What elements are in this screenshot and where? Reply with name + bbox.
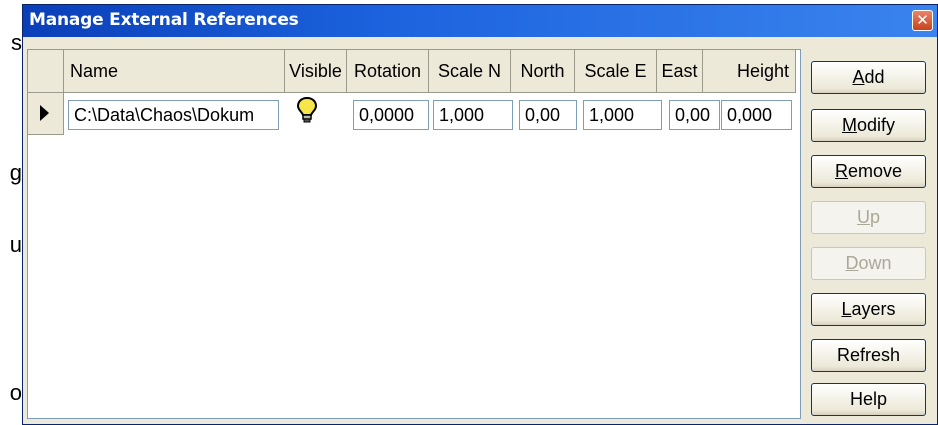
dialog-title: Manage External References <box>29 10 299 30</box>
layers-button-label: ayers <box>851 299 896 319</box>
layers-button[interactable]: Layers <box>811 293 926 326</box>
up-button-accel: U <box>856 207 870 227</box>
down-button-label: own <box>858 253 892 273</box>
scale-e-field[interactable]: 1,000 <box>583 100 662 130</box>
down-button[interactable]: Down <box>811 247 926 280</box>
add-button-label: dd <box>864 67 885 87</box>
background-text-fragment: u <box>9 232 22 257</box>
title-bar[interactable]: Manage External References ✕ <box>23 5 937 37</box>
help-button[interactable]: Help <box>811 383 926 416</box>
up-button-label: p <box>869 207 880 227</box>
row-header-corner <box>28 50 64 93</box>
close-button[interactable]: ✕ <box>912 10 933 31</box>
manage-external-references-dialog: Manage External References ✕ Name Visibl… <box>22 4 938 425</box>
east-field[interactable]: 0,00 <box>669 100 720 130</box>
modify-button[interactable]: Modify <box>811 109 926 142</box>
row-indicator[interactable] <box>28 93 64 135</box>
add-button[interactable]: Add <box>811 61 926 94</box>
references-grid[interactable]: Name Visible Rotation Scale N North Scal… <box>27 49 801 419</box>
height-field[interactable]: 0,000 <box>721 100 792 130</box>
lightbulb-icon[interactable] <box>296 96 318 124</box>
column-header-east[interactable]: East <box>657 50 703 93</box>
column-header-rotation[interactable]: Rotation <box>347 50 429 93</box>
rotation-field[interactable]: 0,0000 <box>353 100 429 130</box>
layers-button-accel: L <box>841 299 852 319</box>
north-field[interactable]: 0,00 <box>519 100 577 130</box>
close-icon: ✕ <box>916 11 929 29</box>
up-button[interactable]: Up <box>811 201 926 234</box>
column-header-height[interactable]: Height <box>703 50 796 93</box>
column-header-north[interactable]: North <box>511 50 575 93</box>
name-field[interactable]: C:\Data\Chaos\Dokum <box>68 100 279 130</box>
add-button-accel: A <box>852 67 865 87</box>
background-text-fragment: s <box>11 30 22 55</box>
current-row-arrow-icon <box>40 105 49 121</box>
modify-button-label: odify <box>856 115 896 135</box>
column-header-scale-e[interactable]: Scale E <box>575 50 657 93</box>
background-text-fragment: o <box>9 380 22 405</box>
column-header-visible[interactable]: Visible <box>285 50 347 93</box>
remove-button[interactable]: Remove <box>811 155 926 188</box>
down-button-accel: D <box>845 253 859 273</box>
background-text-fragment: g <box>9 160 22 185</box>
scale-n-field[interactable]: 1,000 <box>433 100 513 130</box>
remove-button-accel: R <box>834 161 848 181</box>
refresh-button[interactable]: Refresh <box>811 339 926 372</box>
column-header-scale-n[interactable]: Scale N <box>429 50 511 93</box>
column-header-name[interactable]: Name <box>64 50 285 93</box>
remove-button-label: emove <box>847 161 903 181</box>
modify-button-accel: M <box>841 115 857 135</box>
